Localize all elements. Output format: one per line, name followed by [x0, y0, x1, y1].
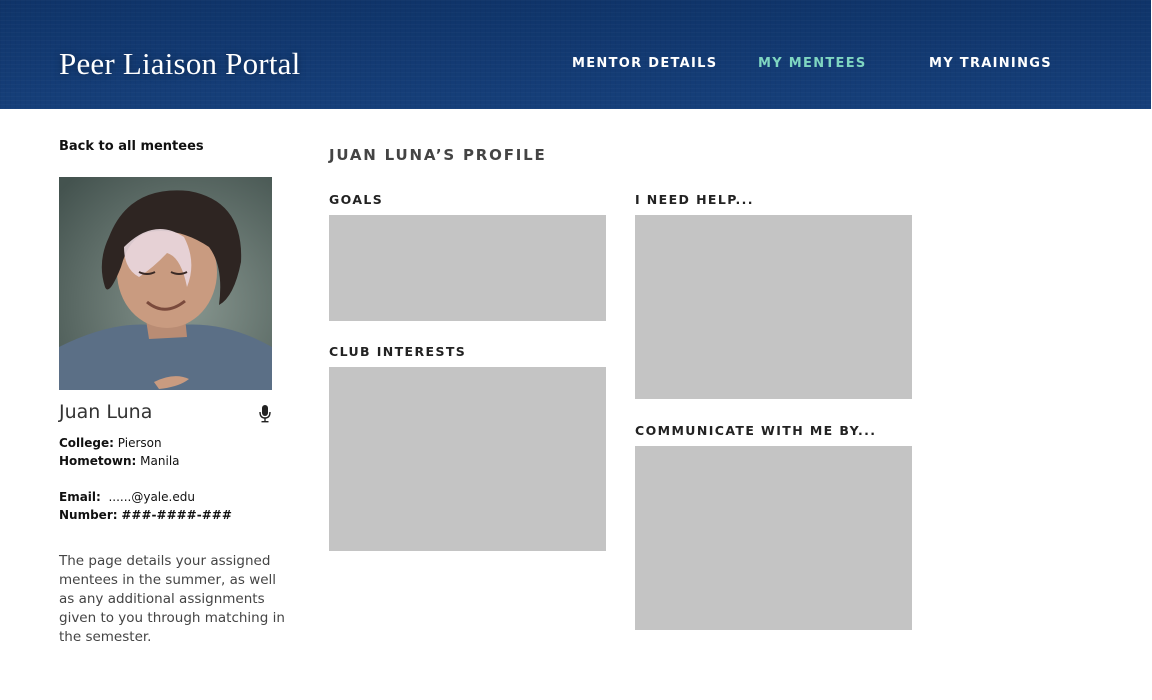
top-header: Peer Liaison Portal MENTOR DETAILS MY ME… — [0, 0, 1151, 109]
college-label: College: — [59, 436, 114, 450]
brand-title: Peer Liaison Portal — [59, 46, 301, 81]
microphone-icon[interactable] — [258, 405, 272, 423]
nav-mentor-details[interactable]: MENTOR DETAILS — [572, 56, 717, 71]
email-info: Email: ......@yale.edu — [59, 490, 195, 504]
email-label: Email: — [59, 490, 101, 504]
nav-my-trainings[interactable]: MY TRAININGS — [929, 56, 1052, 71]
club-interests-label: CLUB INTERESTS — [329, 344, 467, 359]
need-help-label: I NEED HELP... — [635, 192, 754, 207]
goals-label: GOALS — [329, 192, 384, 207]
hometown-value: Manila — [140, 454, 180, 468]
email-value[interactable]: ......@yale.edu — [108, 490, 194, 504]
club-interests-panel — [329, 367, 606, 551]
hometown-label: Hometown: — [59, 454, 137, 468]
communicate-label: COMMUNICATE WITH ME BY... — [635, 423, 877, 438]
college-info: College: Pierson — [59, 436, 162, 450]
need-help-panel — [635, 215, 912, 399]
college-value: Pierson — [117, 436, 162, 450]
back-to-mentees-link[interactable]: Back to all mentees — [59, 139, 204, 154]
nav-my-mentees[interactable]: MY MENTEES — [758, 56, 867, 71]
communicate-panel — [635, 446, 912, 630]
goals-panel — [329, 215, 606, 321]
number-info: Number: ###-####-### — [59, 508, 232, 522]
number-value: ###-####-### — [121, 508, 232, 522]
hometown-info: Hometown: Manila — [59, 454, 180, 468]
page-description: The page details your assigned mentees i… — [59, 553, 285, 645]
profile-title: JUAN LUNA’S PROFILE — [329, 146, 547, 164]
profile-photo — [59, 177, 272, 390]
mentee-name: Juan Luna — [59, 401, 153, 423]
number-label: Number: — [59, 508, 118, 522]
